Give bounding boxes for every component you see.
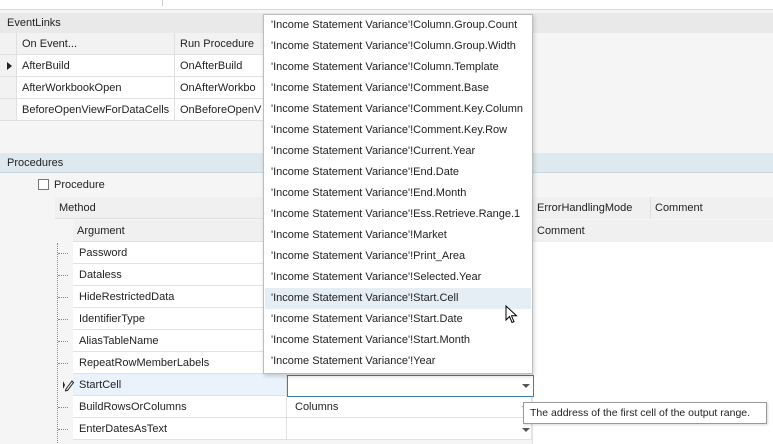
argument-value-cell[interactable]: Columns bbox=[287, 396, 532, 418]
dropdown-item[interactable]: 'Income Statement Variance'!End.Month bbox=[265, 183, 531, 204]
dropdown-item[interactable]: 'Income Statement Variance'!Comment.Key.… bbox=[265, 99, 531, 120]
event-cell[interactable]: AfterBuild bbox=[17, 55, 175, 77]
dropdown-item[interactable]: 'Income Statement Variance'!Start.Month bbox=[265, 330, 531, 351]
procedure-cell[interactable]: OnBeforeOpenV bbox=[175, 99, 265, 121]
error-handling-mode-header[interactable]: ErrorHandlingMode bbox=[532, 197, 650, 219]
chevron-down-icon[interactable] bbox=[522, 384, 530, 388]
dropdown-item[interactable]: 'Income Statement Variance'!End.Date bbox=[265, 162, 531, 183]
named-range-dropdown-list[interactable]: 'Income Statement Variance'!Column.Group… bbox=[263, 14, 533, 374]
procedure-cell[interactable]: OnAfterBuild bbox=[175, 55, 265, 77]
argument-header[interactable]: Argument bbox=[77, 220, 125, 242]
dropdown-item[interactable]: 'Income Statement Variance'!Column.Templ… bbox=[265, 57, 531, 78]
column-header-run-procedure[interactable]: Run Procedure bbox=[175, 33, 265, 55]
argument-name-cell[interactable]: RepeatRowMemberLabels bbox=[73, 352, 287, 374]
start-cell-combobox[interactable] bbox=[287, 375, 534, 397]
dropdown-item[interactable]: 'Income Statement Variance'!Year bbox=[265, 351, 531, 372]
event-cell[interactable]: BeforeOpenViewForDataCells bbox=[17, 99, 175, 121]
dropdown-item[interactable]: 'Income Statement Variance'!Start.Cell bbox=[265, 288, 531, 309]
mouse-pointer-icon bbox=[505, 305, 518, 324]
argument-name-cell[interactable]: Password bbox=[73, 242, 287, 264]
argument-name-cell-active[interactable]: StartCell bbox=[73, 374, 287, 396]
argument-value-cell[interactable] bbox=[287, 418, 532, 440]
dropdown-item[interactable]: 'Income Statement Variance'!Comment.Key.… bbox=[265, 120, 531, 141]
dropdown-item[interactable]: 'Income Statement Variance'!Start.Date bbox=[265, 309, 531, 330]
top-grid-remnant bbox=[0, 0, 773, 10]
dropdown-item[interactable]: 'Income Statement Variance'!Column.Group… bbox=[265, 15, 531, 36]
dropdown-item[interactable]: 'Income Statement Variance'!Comment.Base bbox=[265, 78, 531, 99]
dropdown-item[interactable]: 'Income Statement Variance'!Current.Year bbox=[265, 141, 531, 162]
column-header-on-event[interactable]: On Event... bbox=[17, 33, 175, 55]
chevron-down-icon[interactable] bbox=[522, 428, 530, 432]
edit-pencil-icon bbox=[63, 380, 75, 392]
procedure-cell[interactable]: OnAfterWorkbo bbox=[175, 77, 265, 99]
argument-name-cell[interactable]: HideRestrictedData bbox=[73, 286, 287, 308]
dropdown-item[interactable]: 'Income Statement Variance'!Column.Group… bbox=[265, 36, 531, 57]
argument-comment-header[interactable]: Comment bbox=[532, 220, 773, 242]
row-indicator-current[interactable] bbox=[0, 55, 17, 77]
dropdown-item[interactable]: 'Income Statement Variance'!Print_Area bbox=[265, 246, 531, 267]
dropdown-item[interactable]: 'Income Statement Variance'!Ess.Retrieve… bbox=[265, 204, 531, 225]
dropdown-item[interactable]: 'Income Statement Variance'!Market bbox=[265, 225, 531, 246]
method-header[interactable]: Method bbox=[59, 197, 96, 219]
argument-name-cell[interactable]: EnterDatesAsText bbox=[73, 418, 287, 440]
procedure-label: Procedure bbox=[54, 179, 105, 191]
argument-name-cell[interactable]: IdentifierType bbox=[73, 308, 287, 330]
argument-name-cell[interactable]: BuildRowsOrColumns bbox=[73, 396, 287, 418]
current-row-arrow-icon bbox=[7, 62, 12, 70]
argument-name-cell[interactable]: AliasTableName bbox=[73, 330, 287, 352]
event-cell[interactable]: AfterWorkbookOpen bbox=[17, 77, 175, 99]
argument-tooltip: The address of the first cell of the out… bbox=[523, 402, 767, 424]
argument-name-cell[interactable]: Dataless bbox=[73, 264, 287, 286]
procedure-checkbox[interactable] bbox=[38, 179, 49, 190]
dropdown-item[interactable]: 'Income Statement Variance'!Selected.Yea… bbox=[265, 267, 531, 288]
comment-header[interactable]: Comment bbox=[650, 197, 773, 219]
